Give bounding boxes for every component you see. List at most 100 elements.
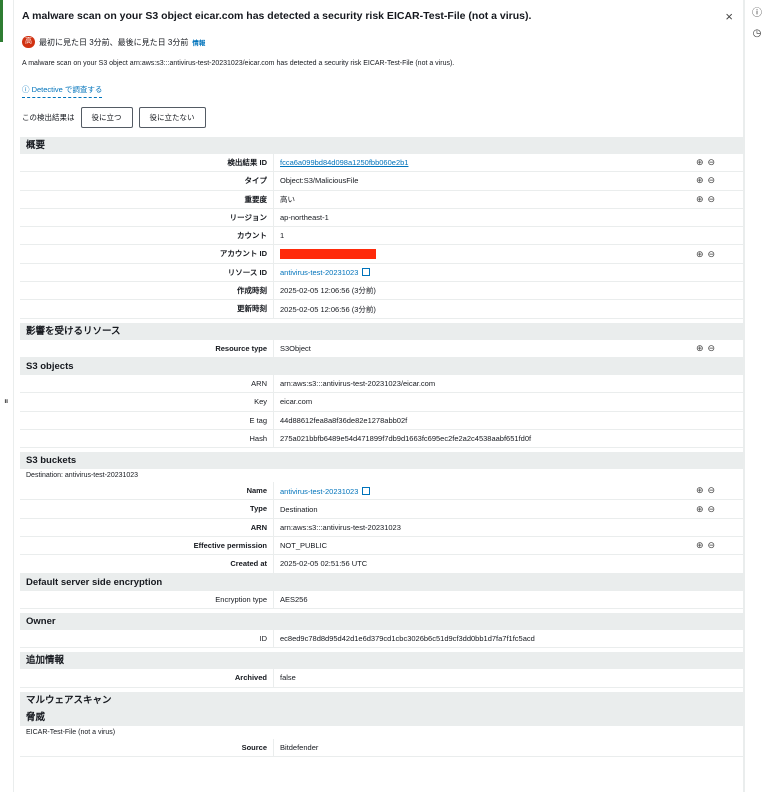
detail-row: Source Bitdefender [20,738,744,757]
zoom-in-icon[interactable]: ⊕ [696,485,704,496]
field-label: リージョン [20,208,274,227]
not-useful-button[interactable]: 役に立たない [138,107,206,128]
finding-details-panel: A malware scan on your S3 object eicar.c… [20,0,744,792]
field-label: Type [20,500,274,518]
buckets-note: Destination: antivirus-test-20231023 [26,472,139,480]
section-additional-info: 追加情報 [20,652,744,670]
field-label: Encryption type [20,590,274,608]
field-value-text: 275a021bbfb6489e54d471899f7db9d1663fc695… [280,434,532,443]
info-icon[interactable]: ⓘ [751,4,763,19]
field-value-text: ap-northeast-1 [280,213,329,223]
field-label: Archived [20,669,274,687]
field-value-link[interactable]: fcca6a099bd84d098a1250fbb060e2b1 [274,158,696,167]
field-value-text: 1 [280,231,285,241]
info-link[interactable]: 情報 [192,37,205,47]
seen-text: 最初に見た日 3分前、最後に見た日 3分前 [39,37,189,47]
severity-line: 高 最初に見た日 3分前、最後に見た日 3分前 情報 [22,36,205,48]
field-label: アカウント ID [20,245,274,263]
field-value-text: Object:S3/MaliciousFile [280,176,359,186]
zoom-in-icon[interactable]: ⊕ [696,194,704,205]
field-value [274,249,696,260]
field-value-link[interactable]: antivirus-test-20231023 [274,486,696,496]
field-value-text: eicar.com [280,397,313,407]
close-icon[interactable]: × [725,9,733,24]
field-value-text: Bitdefender [280,742,319,752]
detective-link[interactable]: ⓘ Detective で調査する [22,84,103,98]
section-owner: Owner [20,612,744,630]
field-value: AES256 [274,595,696,604]
feedback-row: この検出結果は 役に立つ 役に立たない [22,107,206,128]
field-value-link[interactable]: antivirus-test-20231023 [274,267,696,277]
detail-row: アカウント ID ⊕ ⊖ [20,245,744,264]
zoom-out-icon[interactable]: ⊖ [708,194,716,205]
zoom-in-icon[interactable]: ⊕ [696,343,704,354]
detail-row: カウント 1 [20,227,744,246]
field-label: Hash [20,429,274,448]
field-label: Source [20,738,274,756]
field-value-text: antivirus-test-20231023 [280,268,359,278]
detail-row: Key eicar.com [20,393,744,412]
detail-row: Created at 2025-02-05 02:51:56 UTC [20,555,744,574]
detail-row: Encryption type AES256 [20,590,744,609]
field-label: Created at [20,555,274,573]
field-value: 2025-02-05 02:51:56 UTC [274,559,696,568]
section-s3-buckets: S3 buckets [20,452,744,470]
field-value-text: arn:aws:s3:::antivirus-test-20231023 [280,522,401,532]
left-splitter[interactable]: ⏸ [0,0,14,792]
detail-row: ARN arn:aws:s3:::antivirus-test-20231023 [20,518,744,538]
zoom-in-icon[interactable]: ⊕ [696,504,704,515]
zoom-in-icon[interactable]: ⊕ [696,249,704,260]
detail-row: E tag 44d88612fea8a8f36de82e1278abb02f [20,411,744,430]
field-value-text: AES256 [280,594,308,604]
field-value: arn:aws:s3:::antivirus-test-20231023/eic… [274,379,696,388]
section-affected-resources: 影響を受けるリソース [20,322,744,340]
redaction-bar [280,249,376,260]
detail-row: Resource type S3Object ⊕ ⊖ [20,339,744,358]
section-s3-objects: S3 objects [20,357,744,375]
field-label: Resource type [20,339,274,357]
field-value: 2025-02-05 12:06:56 (3分前) [274,304,696,315]
zoom-out-icon[interactable]: ⊖ [708,343,716,354]
finding-title: A malware scan on your S3 object eicar.c… [22,10,532,22]
detail-row: 重要度 高い ⊕ ⊖ [20,190,744,209]
field-value-text: arn:aws:s3:::antivirus-test-20231023/eic… [280,379,436,389]
field-value-text: fcca6a099bd84d098a1250fbb060e2b1 [280,158,409,168]
zoom-out-icon[interactable]: ⊖ [708,540,716,551]
resize-handle-icon[interactable]: ⏸ [4,396,9,407]
field-value: Bitdefender [274,743,696,752]
field-value-text: 2025-02-05 12:06:56 (3分前) [280,286,376,296]
detail-row: Hash 275a021bbfb6489e54d471899f7db9d1663f… [20,429,744,449]
field-value: false [274,673,696,682]
field-label: E tag [20,411,274,429]
external-link-icon[interactable] [362,486,371,495]
zoom-in-icon[interactable]: ⊕ [696,175,704,186]
external-link-icon[interactable] [362,268,371,277]
detail-row: Archived false [20,669,744,688]
field-label: Effective permission [20,537,274,555]
field-label: 作成時刻 [20,282,274,300]
zoom-out-icon[interactable]: ⊖ [708,485,716,496]
field-label: 更新時刻 [20,300,274,318]
detail-row: リージョン ap-northeast-1 [20,208,744,228]
field-value-text: Destination [280,504,318,514]
detail-row: ARN arn:aws:s3:::antivirus-test-20231023/… [20,374,744,394]
finding-description: A malware scan on your S3 object arn:aws… [22,60,455,67]
zoom-in-icon[interactable]: ⊕ [696,157,704,168]
detail-row: Name antivirus-test-20231023 ⊕ ⊖ [20,482,744,501]
field-label: Key [20,393,274,411]
field-value-text: false [280,673,296,683]
field-value: 高い [274,194,696,205]
useful-button[interactable]: 役に立つ [80,107,133,128]
zoom-out-icon[interactable]: ⊖ [708,175,716,186]
field-value-text: antivirus-test-20231023 [280,486,359,496]
zoom-out-icon[interactable]: ⊖ [708,504,716,515]
field-label: ID [20,629,274,648]
field-label: ARN [20,374,274,393]
detail-row: リソース ID antivirus-test-20231023 [20,263,744,283]
detail-row: Type Destination ⊕ ⊖ [20,500,744,519]
zoom-out-icon[interactable]: ⊖ [708,249,716,260]
clock-icon[interactable]: ◷ [751,28,763,40]
field-label: Name [20,482,274,500]
zoom-in-icon[interactable]: ⊕ [696,540,704,551]
zoom-out-icon[interactable]: ⊖ [708,157,716,168]
